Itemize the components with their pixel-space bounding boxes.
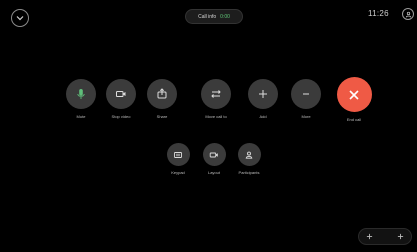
participants-icon [245, 151, 253, 159]
share-button[interactable] [147, 79, 177, 109]
transfer-arrows-icon [211, 90, 221, 98]
zoom-control[interactable] [358, 228, 412, 245]
call-timer-pill[interactable]: Call info 0:00 [185, 9, 243, 24]
participants-control[interactable]: Participants [229, 143, 269, 175]
mute-label: Mute [76, 114, 86, 119]
participants-label: Participants [238, 170, 260, 175]
video-camera-icon [116, 91, 126, 97]
collapse-button[interactable] [11, 9, 29, 27]
add-control[interactable]: Add [243, 79, 283, 119]
mute-button[interactable] [66, 79, 96, 109]
call-info-label: Call info [198, 13, 217, 20]
clock: 11:26 [368, 9, 389, 18]
call-duration: 0:00 [220, 13, 230, 20]
stop-video-label: Stop video [111, 114, 131, 119]
call-screen: Call info 0:00 11:26 Mute Stop video Sha… [0, 0, 417, 252]
minus-icon[interactable] [366, 233, 373, 240]
person-icon [405, 11, 411, 17]
keypad-icon [174, 151, 182, 158]
chevron-down-icon [16, 16, 24, 21]
more-button[interactable] [291, 79, 321, 109]
end-call-control[interactable]: End call [334, 77, 374, 122]
stop-video-button[interactable] [106, 79, 136, 109]
add-button[interactable] [248, 79, 278, 109]
stop-video-control[interactable]: Stop video [101, 79, 141, 119]
move-call-control[interactable]: Move call to [196, 79, 236, 119]
share-label: Share [156, 114, 168, 119]
move-call-label: Move call to [205, 114, 227, 119]
layout-button[interactable] [202, 143, 226, 166]
plus-icon[interactable] [397, 233, 404, 240]
share-control[interactable]: Share [142, 79, 182, 119]
share-icon [157, 88, 167, 99]
participants-button[interactable] [237, 143, 261, 166]
mute-control[interactable]: Mute [61, 79, 101, 119]
participants-corner-button[interactable] [402, 8, 414, 20]
keypad-button[interactable] [166, 143, 190, 166]
camera-icon [209, 152, 218, 157]
end-call-label: End call [346, 117, 362, 122]
end-call-button[interactable] [336, 77, 372, 112]
close-icon [349, 89, 359, 100]
add-label: Add [259, 114, 267, 119]
plus-icon [259, 90, 267, 98]
more-label: More [301, 114, 311, 119]
ellipsis-icon [303, 93, 309, 95]
microphone-icon [77, 89, 85, 99]
move-call-button[interactable] [201, 79, 231, 109]
more-control[interactable]: More [286, 79, 326, 119]
